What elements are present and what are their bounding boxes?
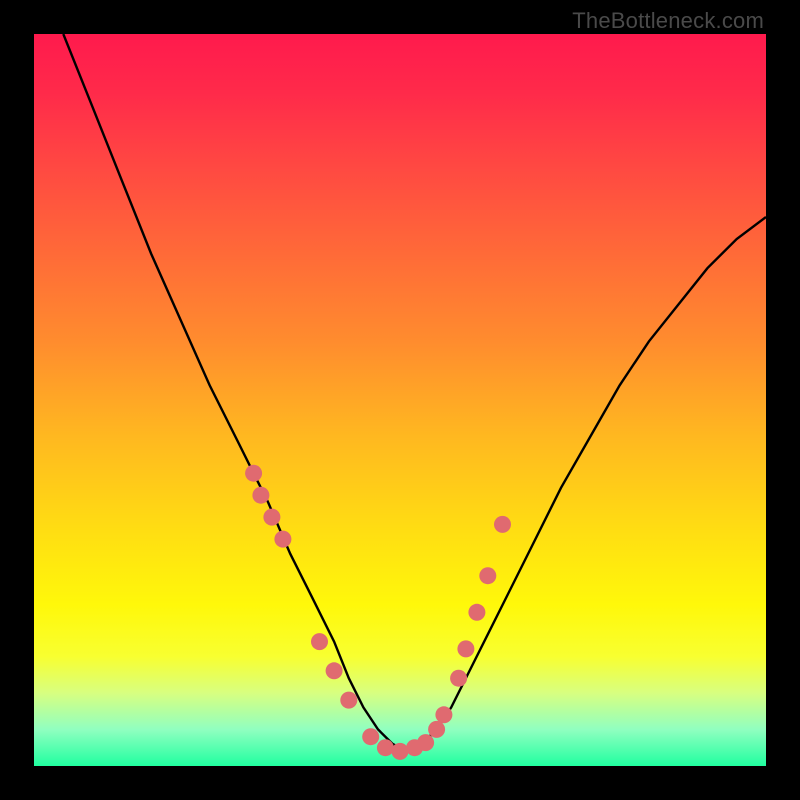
marker-dot [252, 487, 269, 504]
marker-dot [494, 516, 511, 533]
marker-dot [340, 692, 357, 709]
marker-dot [392, 743, 409, 760]
watermark-text: TheBottleneck.com [572, 8, 764, 34]
marker-dot [245, 465, 262, 482]
marker-dot [326, 662, 343, 679]
marker-dot [311, 633, 328, 650]
marker-dot [428, 721, 445, 738]
marker-dot [450, 670, 467, 687]
marker-dot [435, 706, 452, 723]
marker-dot [479, 567, 496, 584]
chart-svg [34, 34, 766, 766]
marker-dot [468, 604, 485, 621]
curve-line [63, 34, 766, 751]
marker-dot [377, 739, 394, 756]
marker-dot [362, 728, 379, 745]
marker-dots [245, 465, 511, 760]
marker-dot [274, 531, 291, 548]
marker-dot [263, 509, 280, 526]
marker-dot [457, 640, 474, 657]
marker-dot [417, 734, 434, 751]
